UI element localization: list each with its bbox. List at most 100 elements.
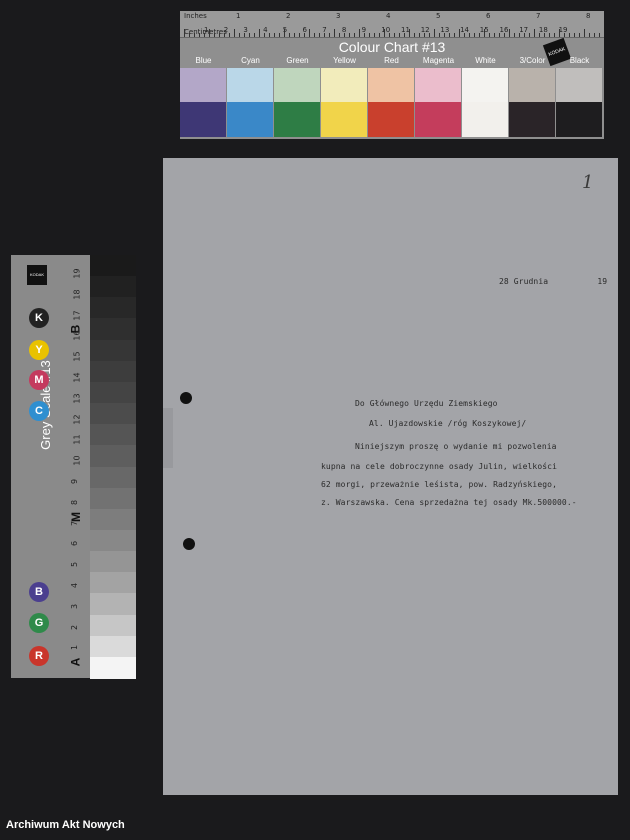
ruler-tick bbox=[389, 33, 390, 37]
ruler-tick bbox=[424, 33, 425, 37]
patch-labels: Blue Cyan Green Yellow Red Magenta White 3/Colo… bbox=[180, 56, 604, 68]
ruler-tick bbox=[294, 33, 295, 37]
grey-swatch bbox=[90, 529, 136, 552]
ruler-tick bbox=[254, 33, 255, 37]
ruler-tick bbox=[219, 33, 220, 37]
patch-label-yellow: Yellow bbox=[333, 56, 356, 65]
ruler-tick bbox=[239, 33, 240, 37]
ruler-tick bbox=[204, 33, 205, 37]
ruler-tick bbox=[449, 33, 450, 37]
ruler-tick bbox=[454, 33, 455, 37]
ruler-tick bbox=[439, 33, 440, 37]
ruler-tick bbox=[409, 29, 410, 37]
ruler-tick bbox=[384, 29, 385, 37]
grey-scale-number: 10 bbox=[72, 455, 82, 466]
grey-scale-number: 12 bbox=[72, 414, 82, 425]
ruler-tick bbox=[259, 29, 260, 37]
ruler-tick bbox=[529, 33, 530, 37]
ruler-tick bbox=[494, 33, 495, 37]
patch-bottom-5 bbox=[415, 102, 461, 137]
ruler-tick bbox=[559, 29, 560, 37]
ruler-tick bbox=[489, 33, 490, 37]
patch-top-3 bbox=[321, 68, 367, 102]
grey-swatch bbox=[90, 656, 136, 679]
grey-swatch bbox=[90, 360, 136, 383]
ruler-tick bbox=[359, 29, 360, 37]
ruler-inch-number: 8 bbox=[586, 12, 591, 20]
document-page: 1 28 Grudnia 19 Do Głównego Urzędu Ziems… bbox=[163, 158, 618, 795]
ruler-tick bbox=[434, 29, 435, 37]
color-circle-b: B bbox=[29, 582, 49, 602]
ruler-tick bbox=[459, 29, 460, 37]
grey-scale-number: 15 bbox=[72, 351, 82, 362]
colour-chart: Inches Centimetres 1 2 3 4 5 6 7 8 1 2 3 4 5 6 7 8 9 10 11… bbox=[180, 11, 604, 139]
patch-top-5 bbox=[415, 68, 461, 102]
chart-title: Colour Chart #13 bbox=[338, 39, 446, 55]
patch-label-white: White bbox=[475, 56, 496, 65]
ruler-tick bbox=[554, 33, 555, 37]
body-line-3: 62 morgi, przeważnie leśista, pow. Radzy… bbox=[321, 480, 557, 489]
patch-bottom-4 bbox=[368, 102, 414, 137]
ruler-tick bbox=[469, 33, 470, 37]
ruler-tick bbox=[224, 33, 225, 37]
ruler-tick bbox=[584, 29, 585, 37]
patch-bottom-8 bbox=[556, 102, 602, 137]
patch-bottom-3 bbox=[321, 102, 367, 137]
grey-swatch bbox=[90, 339, 136, 362]
ruler-tick bbox=[334, 29, 335, 37]
ruler-tick bbox=[394, 33, 395, 37]
ruler-tick bbox=[419, 33, 420, 37]
ruler-tick bbox=[234, 29, 235, 37]
grey-swatch bbox=[90, 255, 136, 277]
grey-swatch bbox=[90, 318, 136, 341]
punch-hole-bottom bbox=[183, 538, 195, 550]
ruler-tick bbox=[189, 33, 190, 37]
ruler-tick bbox=[569, 33, 570, 37]
grey-scale-number: 6 bbox=[70, 541, 80, 547]
grey-scale-number: 5 bbox=[70, 562, 80, 568]
grey-swatch bbox=[90, 297, 136, 320]
body-line-4: z. Warszawska. Cena sprzedażna tej osady… bbox=[321, 498, 577, 507]
grey-swatch bbox=[90, 487, 136, 510]
patch-bottom-1 bbox=[227, 102, 273, 137]
grey-scale-chart: KODAK Grey Scale #13 B M A K Y M C B G R 19 18 17… bbox=[11, 255, 136, 679]
patch-bottom-2 bbox=[274, 102, 320, 137]
ruler-tick bbox=[519, 33, 520, 37]
ruler-tick bbox=[209, 29, 210, 37]
ruler-tick bbox=[264, 33, 265, 37]
ruler-tick bbox=[404, 33, 405, 37]
grey-swatch bbox=[90, 445, 136, 468]
ruler-tick bbox=[509, 29, 510, 37]
ruler-tick bbox=[514, 33, 515, 37]
ruler-tick bbox=[184, 29, 185, 37]
patch-label-3color: 3/Color bbox=[519, 56, 546, 65]
ruler-inch-number: 1 bbox=[236, 12, 241, 20]
grey-scale-number: 4 bbox=[70, 582, 80, 589]
grey-scale-number: 18 bbox=[72, 289, 82, 300]
ruler-tick bbox=[199, 33, 200, 37]
ruler-tick bbox=[269, 33, 270, 37]
ruler-tick bbox=[484, 29, 485, 37]
ruler-tick bbox=[329, 33, 330, 37]
ruler-inch-number: 5 bbox=[436, 12, 441, 20]
body-line-2: kupna na cele dobroczynne osady Julin, w… bbox=[321, 462, 557, 471]
ruler-tick bbox=[379, 33, 380, 37]
patch-top-8 bbox=[556, 68, 602, 102]
ruler-tick bbox=[344, 33, 345, 37]
grey-swatch bbox=[90, 593, 136, 616]
ruler-inch-number: 7 bbox=[536, 12, 541, 20]
ruler-tick bbox=[524, 33, 525, 37]
ruler-units-inches: Inches bbox=[184, 12, 207, 20]
grey-scale-number: 17 bbox=[72, 310, 82, 321]
patch-label-green: Green bbox=[286, 56, 309, 65]
body-line-1: Niniejszym proszę o wydanie mi pozwoleni… bbox=[355, 442, 557, 451]
ruler-tick bbox=[214, 33, 215, 37]
ruler-tick bbox=[464, 33, 465, 37]
ruler-inch-number: 4 bbox=[386, 12, 391, 20]
ruler-tick bbox=[304, 33, 305, 37]
color-circle-y: Y bbox=[29, 340, 49, 360]
color-circle-c: C bbox=[29, 401, 49, 421]
patch-label-magenta: Magenta bbox=[422, 56, 455, 65]
ruler-tick bbox=[319, 33, 320, 37]
patch-label-red: Red bbox=[384, 56, 399, 65]
